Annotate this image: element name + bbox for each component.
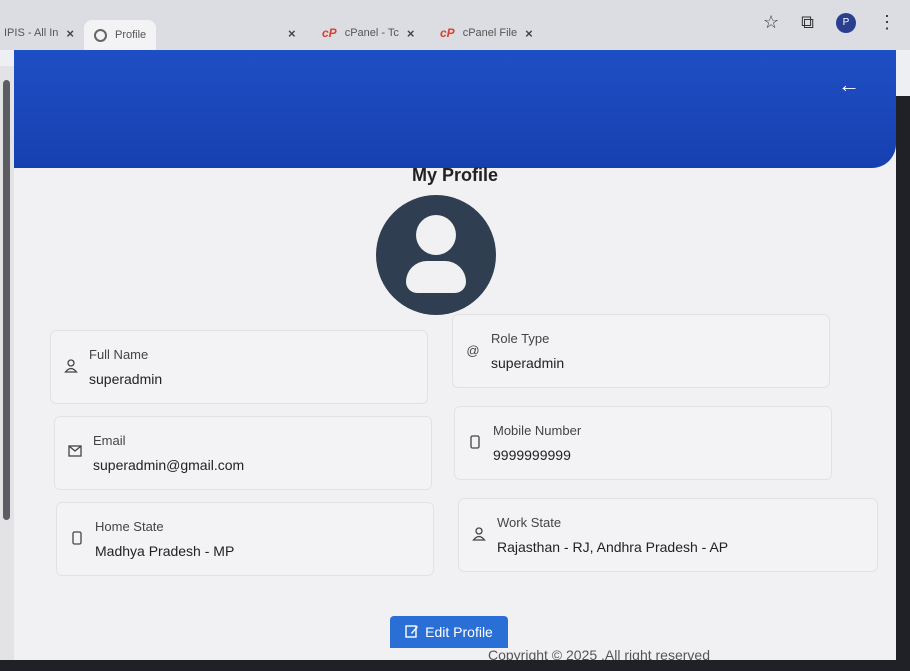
field-label: Home State: [95, 519, 164, 534]
tab-ipis[interactable]: IPIS - All In ×: [4, 18, 74, 48]
field-value: superadmin: [89, 371, 163, 387]
browser-tab-bar: IPIS - All In × Profile × cP cPanel - Tc…: [0, 0, 910, 50]
tab-blank[interactable]: ×: [288, 18, 296, 48]
field-label: Work State: [497, 515, 562, 530]
field-work-state: Work State Rajasthan - RJ, Andhra Prades…: [458, 498, 878, 572]
field-value: superadmin@gmail.com: [93, 457, 245, 473]
mail-icon: [67, 445, 83, 461]
at-icon: @: [466, 343, 480, 358]
user-avatar-icon: [376, 195, 496, 315]
person-icon: [471, 527, 487, 543]
person-icon: [63, 359, 79, 375]
field-value: Rajasthan - RJ, Andhra Pradesh - AP: [497, 539, 729, 555]
field-label: Role Type: [491, 331, 550, 346]
tab-cpanel[interactable]: cP cPanel - Tc ×: [322, 18, 415, 48]
edit-icon: [405, 624, 419, 641]
field-label: Email: [93, 433, 126, 448]
field-value: 9999999999: [493, 447, 571, 463]
profile-page: ← My Profile Full Name superadmin @ Role…: [14, 50, 896, 660]
tab-cpanel-file[interactable]: cP cPanel File ×: [440, 18, 533, 48]
field-full-name: Full Name superadmin: [50, 330, 428, 404]
phone-icon: [467, 435, 483, 451]
field-value: superadmin: [491, 355, 565, 371]
close-icon[interactable]: ×: [288, 26, 296, 41]
extension-icon[interactable]: ⧉: [801, 12, 814, 33]
cpanel-icon: cP: [322, 26, 337, 40]
field-label: Mobile Number: [493, 423, 582, 438]
scrollbar-thumb[interactable]: [3, 80, 10, 520]
tab-profile[interactable]: Profile: [84, 20, 157, 50]
close-icon[interactable]: ×: [66, 26, 74, 41]
browser-toolbar: ☆ ⧉ P ⋮: [763, 12, 896, 33]
star-icon[interactable]: ☆: [763, 12, 779, 33]
edit-profile-label: Edit Profile: [425, 624, 493, 640]
back-arrow-icon[interactable]: ←: [838, 72, 860, 98]
scrollbar[interactable]: [0, 66, 14, 660]
phone-icon: [69, 531, 85, 547]
field-mobile-number: Mobile Number 9999999999: [454, 406, 832, 480]
header-banner: ←: [14, 50, 896, 168]
footer-copyright: Copyright © 2025 .All right reserved: [488, 647, 710, 660]
field-email: Email superadmin@gmail.com: [54, 416, 432, 490]
cpanel-icon: cP: [440, 26, 455, 40]
close-icon[interactable]: ×: [407, 26, 415, 41]
profile-avatar[interactable]: P: [836, 12, 856, 33]
close-icon[interactable]: ×: [525, 26, 533, 41]
field-value: Madhya Pradesh - MP: [95, 543, 235, 559]
field-home-state: Home State Madhya Pradesh - MP: [56, 502, 434, 576]
field-role-type: @ Role Type superadmin: [452, 314, 830, 388]
page-title: My Profile: [411, 165, 499, 185]
field-label: Full Name: [89, 347, 149, 362]
edit-profile-button[interactable]: Edit Profile: [390, 616, 508, 648]
menu-icon[interactable]: ⋮: [878, 12, 896, 33]
globe-icon: [94, 28, 107, 42]
